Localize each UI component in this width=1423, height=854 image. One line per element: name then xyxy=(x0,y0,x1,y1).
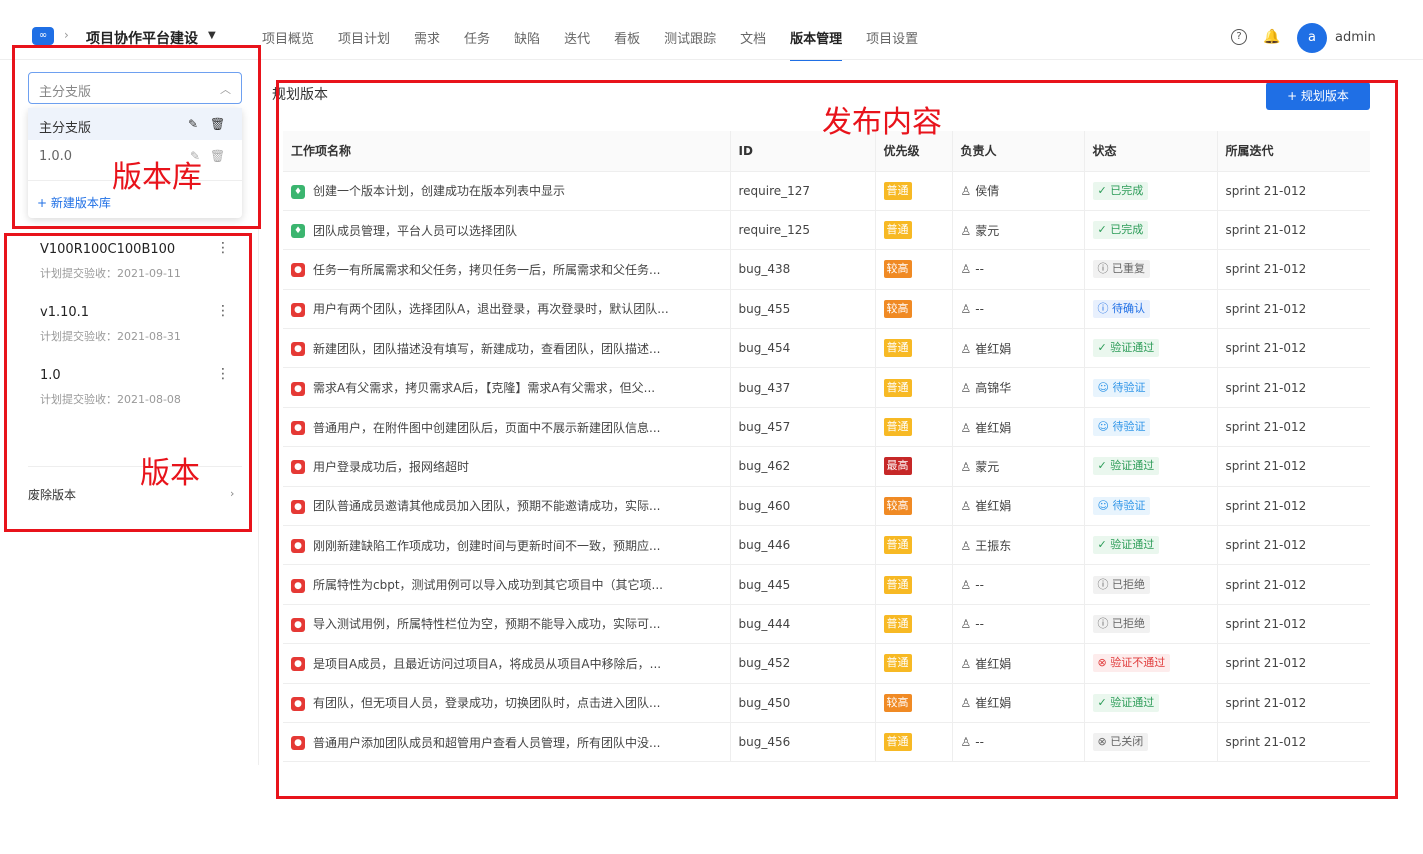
bell-icon[interactable]: 🔔 xyxy=(1263,29,1280,45)
annotation-box-content xyxy=(276,80,1398,799)
annotation-repo-label: 版本库 xyxy=(112,160,202,195)
annotation-content-label: 发布内容 xyxy=(822,105,942,140)
nav-item-plan[interactable]: 项目计划 xyxy=(338,28,390,61)
chevron-down-icon[interactable]: ▼ xyxy=(208,30,216,41)
annotation-box-version xyxy=(4,233,252,532)
app-logo-icon[interactable]: ∞ xyxy=(32,27,54,45)
annotation-version-label: 版本 xyxy=(140,456,200,491)
nav-item-board[interactable]: 看板 xyxy=(614,28,640,61)
nav-item-project-settings[interactable]: 项目设置 xyxy=(866,28,918,61)
help-icon[interactable]: ? xyxy=(1231,29,1247,45)
chevron-right-icon: › xyxy=(64,28,69,42)
nav-item-docs[interactable]: 文档 xyxy=(740,28,766,61)
user-name[interactable]: admin xyxy=(1335,30,1376,45)
nav-item-defects[interactable]: 缺陷 xyxy=(514,28,540,61)
nav-item-iterations[interactable]: 迭代 xyxy=(564,28,590,61)
nav-item-test-tracking[interactable]: 测试跟踪 xyxy=(664,28,716,61)
nav-item-tasks[interactable]: 任务 xyxy=(464,28,490,61)
annotation-box-repo xyxy=(12,45,261,229)
nav-item-requirements[interactable]: 需求 xyxy=(414,28,440,61)
main-nav: 项目概览 项目计划 需求 任务 缺陷 迭代 看板 测试跟踪 文档 版本管理 项目… xyxy=(262,28,942,61)
avatar[interactable]: a xyxy=(1297,23,1327,53)
nav-item-version-management[interactable]: 版本管理 xyxy=(790,28,843,61)
nav-item-overview[interactable]: 项目概览 xyxy=(262,28,314,61)
